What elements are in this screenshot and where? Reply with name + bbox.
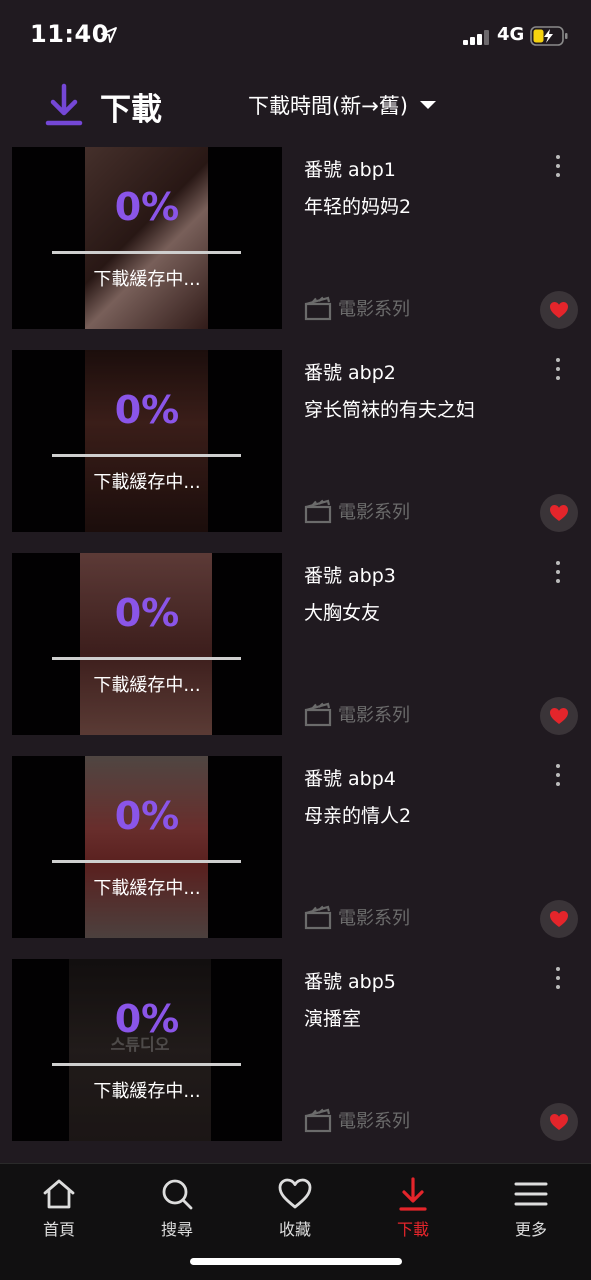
download-status: 下載緩存中...	[93, 472, 201, 493]
tab-more[interactable]: 更多	[472, 1176, 590, 1240]
home-indicator	[190, 1258, 402, 1265]
menu-icon	[514, 1182, 548, 1206]
download-status: 下載緩存中...	[93, 878, 201, 899]
tab-search[interactable]: 搜尋	[118, 1176, 236, 1240]
download-item[interactable]: 0% 下載緩存中... 番號 abp1 年轻的妈妈2 電影系列	[0, 147, 591, 329]
heart-icon	[550, 1114, 568, 1130]
category-label: 電影系列	[338, 299, 410, 320]
heart-icon	[550, 505, 568, 521]
category-tag: 電影系列	[304, 904, 410, 930]
clapperboard-icon	[304, 1108, 332, 1133]
download-item[interactable]: 0% 下載緩存中... 番號 abp4 母亲的情人2 電影系列	[0, 756, 591, 938]
download-item[interactable]: 0% 下載緩存中... 番號 abp2 穿长筒袜的有夫之妇 電影系列	[0, 350, 591, 532]
heart-icon	[550, 911, 568, 927]
home-icon	[43, 1179, 75, 1209]
more-options-icon[interactable]	[554, 764, 562, 788]
favorite-button[interactable]	[540, 697, 578, 735]
video-code: 番號 abp4	[304, 768, 396, 790]
download-status: 下載緩存中...	[93, 269, 201, 290]
video-code: 番號 abp2	[304, 362, 396, 384]
heart-icon	[550, 302, 568, 318]
video-title: 年轻的妈妈2	[304, 196, 412, 218]
page-title: 下載	[100, 92, 162, 128]
video-code: 番號 abp1	[304, 159, 396, 181]
video-code: 番號 abp5	[304, 971, 396, 993]
download-status: 下載緩存中...	[93, 1081, 201, 1102]
progress-bar	[52, 657, 241, 660]
heart-icon	[278, 1178, 312, 1209]
progress-bar	[52, 1063, 241, 1066]
tab-label: 更多	[514, 1220, 547, 1239]
sort-label: 下載時間(新→舊)	[248, 94, 408, 118]
category-tag: 電影系列	[304, 295, 410, 321]
progress-percent: 0%	[114, 997, 180, 1041]
clapperboard-icon	[304, 296, 332, 321]
tab-favorites[interactable]: 收藏	[236, 1176, 354, 1240]
page-header: 下載 下載時間(新→舊)	[0, 72, 591, 142]
progress-percent: 0%	[114, 591, 180, 635]
favorite-button[interactable]	[540, 900, 578, 938]
video-title: 演播室	[304, 1008, 362, 1030]
signal-icon	[463, 30, 491, 45]
favorite-button[interactable]	[540, 494, 578, 532]
video-title: 母亲的情人2	[304, 805, 412, 827]
sort-dropdown[interactable]: 下載時間(新→舊)	[248, 90, 436, 120]
category-label: 電影系列	[338, 1111, 410, 1132]
category-tag: 電影系列	[304, 701, 410, 727]
category-label: 電影系列	[338, 502, 410, 523]
favorite-button[interactable]	[540, 1103, 578, 1141]
video-thumbnail[interactable]: 스튜디오 0% 下載緩存中...	[12, 959, 282, 1141]
progress-percent: 0%	[114, 185, 180, 229]
category-label: 電影系列	[338, 705, 410, 726]
video-thumbnail[interactable]: 0% 下載緩存中...	[12, 756, 282, 938]
tab-label: 下載	[396, 1220, 429, 1239]
video-code: 番號 abp3	[304, 565, 396, 587]
more-options-icon[interactable]	[554, 561, 562, 585]
search-icon	[162, 1179, 193, 1210]
more-options-icon[interactable]	[554, 155, 562, 179]
progress-percent: 0%	[114, 794, 180, 838]
more-options-icon[interactable]	[554, 358, 562, 382]
tab-label: 收藏	[278, 1220, 311, 1239]
tab-label: 搜尋	[160, 1220, 193, 1239]
progress-bar	[52, 251, 241, 254]
category-tag: 電影系列	[304, 1107, 410, 1133]
download-item[interactable]: 스튜디오 0% 下載緩存中... 番號 abp5 演播室 電影系列	[0, 959, 591, 1141]
video-thumbnail[interactable]: 0% 下載緩存中...	[12, 553, 282, 735]
clapperboard-icon	[304, 499, 332, 524]
caret-down-icon	[419, 101, 436, 109]
progress-percent: 0%	[114, 388, 180, 432]
tab-downloads[interactable]: 下載	[354, 1176, 472, 1240]
favorite-button[interactable]	[540, 291, 578, 329]
video-title: 穿长筒袜的有夫之妇	[304, 399, 476, 421]
category-label: 電影系列	[338, 908, 410, 929]
battery-charging-icon	[530, 26, 568, 46]
progress-bar	[52, 860, 241, 863]
category-tag: 電影系列	[304, 498, 410, 524]
download-item[interactable]: 0% 下載緩存中... 番號 abp3 大胸女友 電影系列	[0, 553, 591, 735]
tab-label: 首頁	[42, 1220, 75, 1239]
progress-bar	[52, 454, 241, 457]
status-time: 11:40	[30, 20, 109, 48]
location-arrow-icon	[101, 27, 117, 43]
status-bar: 11:40 4G	[0, 0, 591, 72]
tab-home[interactable]: 首頁	[0, 1176, 118, 1240]
video-thumbnail[interactable]: 0% 下載緩存中...	[12, 350, 282, 532]
clapperboard-icon	[304, 702, 332, 727]
clapperboard-icon	[304, 905, 332, 930]
video-thumbnail[interactable]: 0% 下載緩存中...	[12, 147, 282, 329]
heart-icon	[550, 708, 568, 724]
network-type: 4G	[497, 24, 525, 45]
download-status: 下載緩存中...	[93, 675, 201, 696]
download-icon	[45, 83, 83, 126]
download-icon	[399, 1177, 427, 1211]
video-title: 大胸女友	[304, 602, 381, 624]
more-options-icon[interactable]	[554, 967, 562, 991]
